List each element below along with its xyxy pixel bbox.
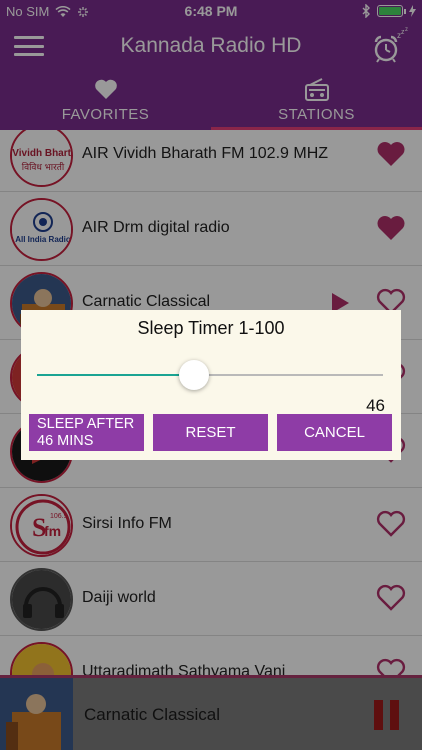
reset-button[interactable]: RESET xyxy=(153,414,268,451)
sleep-timer-slider[interactable] xyxy=(37,360,383,390)
dialog-title: Sleep Timer 1-100 xyxy=(137,318,285,338)
cancel-button[interactable]: CANCEL xyxy=(277,414,392,451)
slider-fill xyxy=(37,374,194,376)
sleep-after-button[interactable]: SLEEP AFTER 46 MINS xyxy=(29,414,144,451)
sleep-timer-dialog: Sleep Timer 1-100 46 SLEEP AFTER 46 MINS… xyxy=(21,310,401,460)
slider-thumb[interactable] xyxy=(179,360,209,390)
slider-value: 46 xyxy=(366,396,385,415)
